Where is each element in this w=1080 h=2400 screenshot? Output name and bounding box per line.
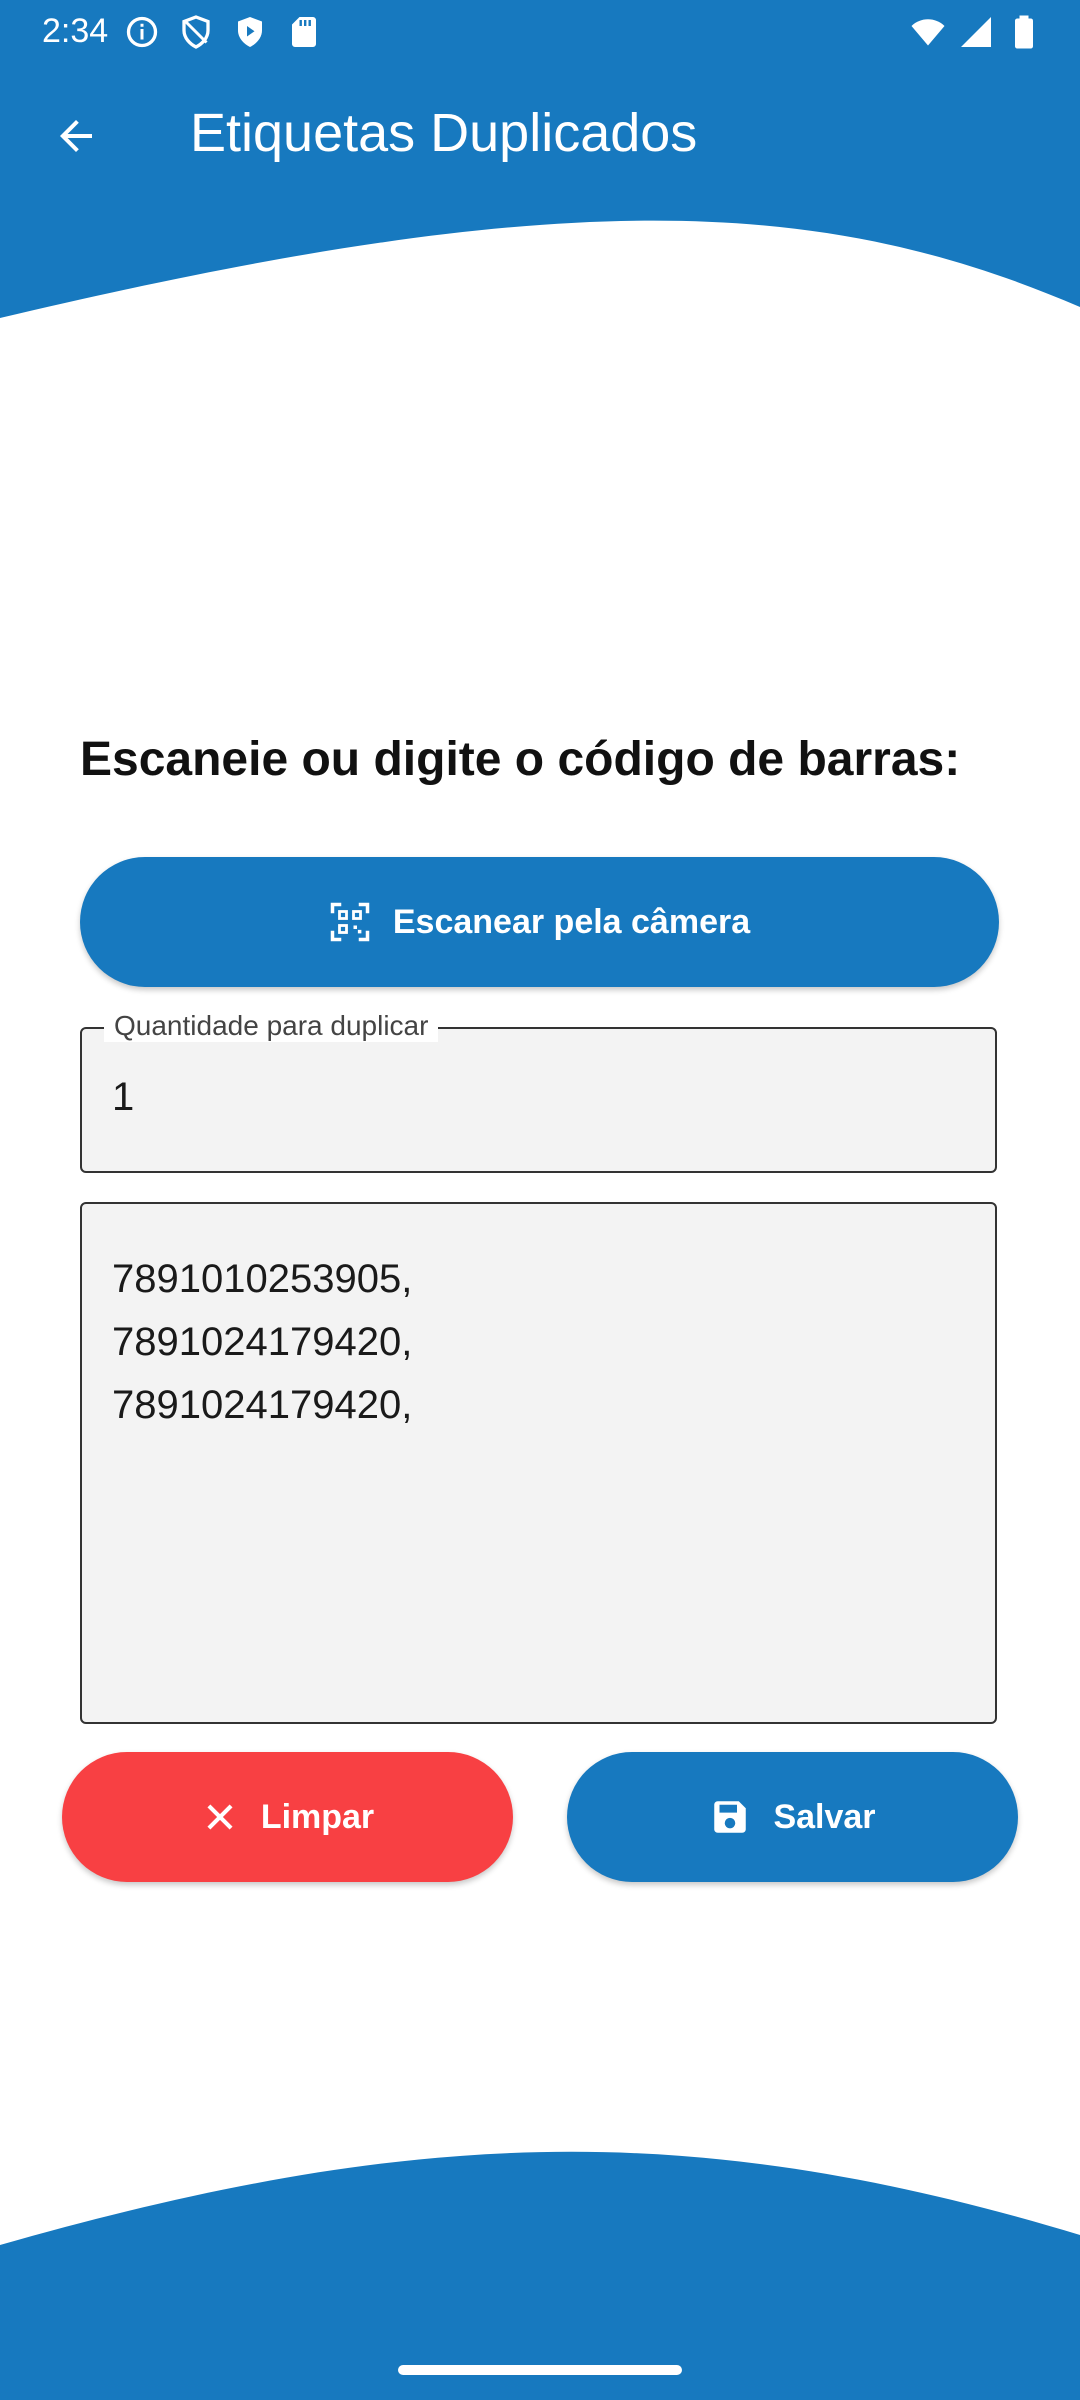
barcodes-textarea[interactable]: 7891010253905, 7891024179420, 7891024179… xyxy=(80,1202,997,1724)
save-icon xyxy=(714,1801,747,1833)
home-indicator[interactable] xyxy=(398,2365,682,2375)
signal-icon xyxy=(961,17,991,47)
status-time: 2:34 xyxy=(42,12,109,50)
wifi-icon xyxy=(911,19,945,46)
info-icon xyxy=(126,16,158,48)
play-protect-icon xyxy=(238,17,262,47)
battery-icon xyxy=(1015,15,1033,49)
shield-icon xyxy=(182,15,210,49)
clear-button-label: Limpar xyxy=(260,1797,375,1836)
save-button-label: Salvar xyxy=(773,1797,876,1836)
qr-scan-icon xyxy=(330,902,370,942)
page-title: Etiquetas Duplicados xyxy=(190,103,698,163)
scan-button-label: Escanear pela câmera xyxy=(392,902,751,941)
quantity-field[interactable] xyxy=(80,1027,997,1173)
scan-camera-button[interactable]: Escanear pela câmera xyxy=(80,857,999,987)
instruction-heading: Escaneie ou digite o código de barras: xyxy=(80,733,961,786)
quantity-field-label: Quantidade para duplicar xyxy=(104,1010,439,1042)
footer-wave-background xyxy=(0,2151,1080,2400)
close-icon xyxy=(207,1804,233,1830)
save-button[interactable]: Salvar xyxy=(567,1752,1018,1882)
back-button[interactable] xyxy=(40,100,112,172)
clear-button[interactable]: Limpar xyxy=(62,1752,513,1882)
sd-card-icon xyxy=(292,17,316,47)
status-bar: 2:34 xyxy=(0,0,1080,62)
quantity-field-value[interactable]: 1 xyxy=(112,1075,134,1120)
arrow-back-icon xyxy=(60,120,92,152)
